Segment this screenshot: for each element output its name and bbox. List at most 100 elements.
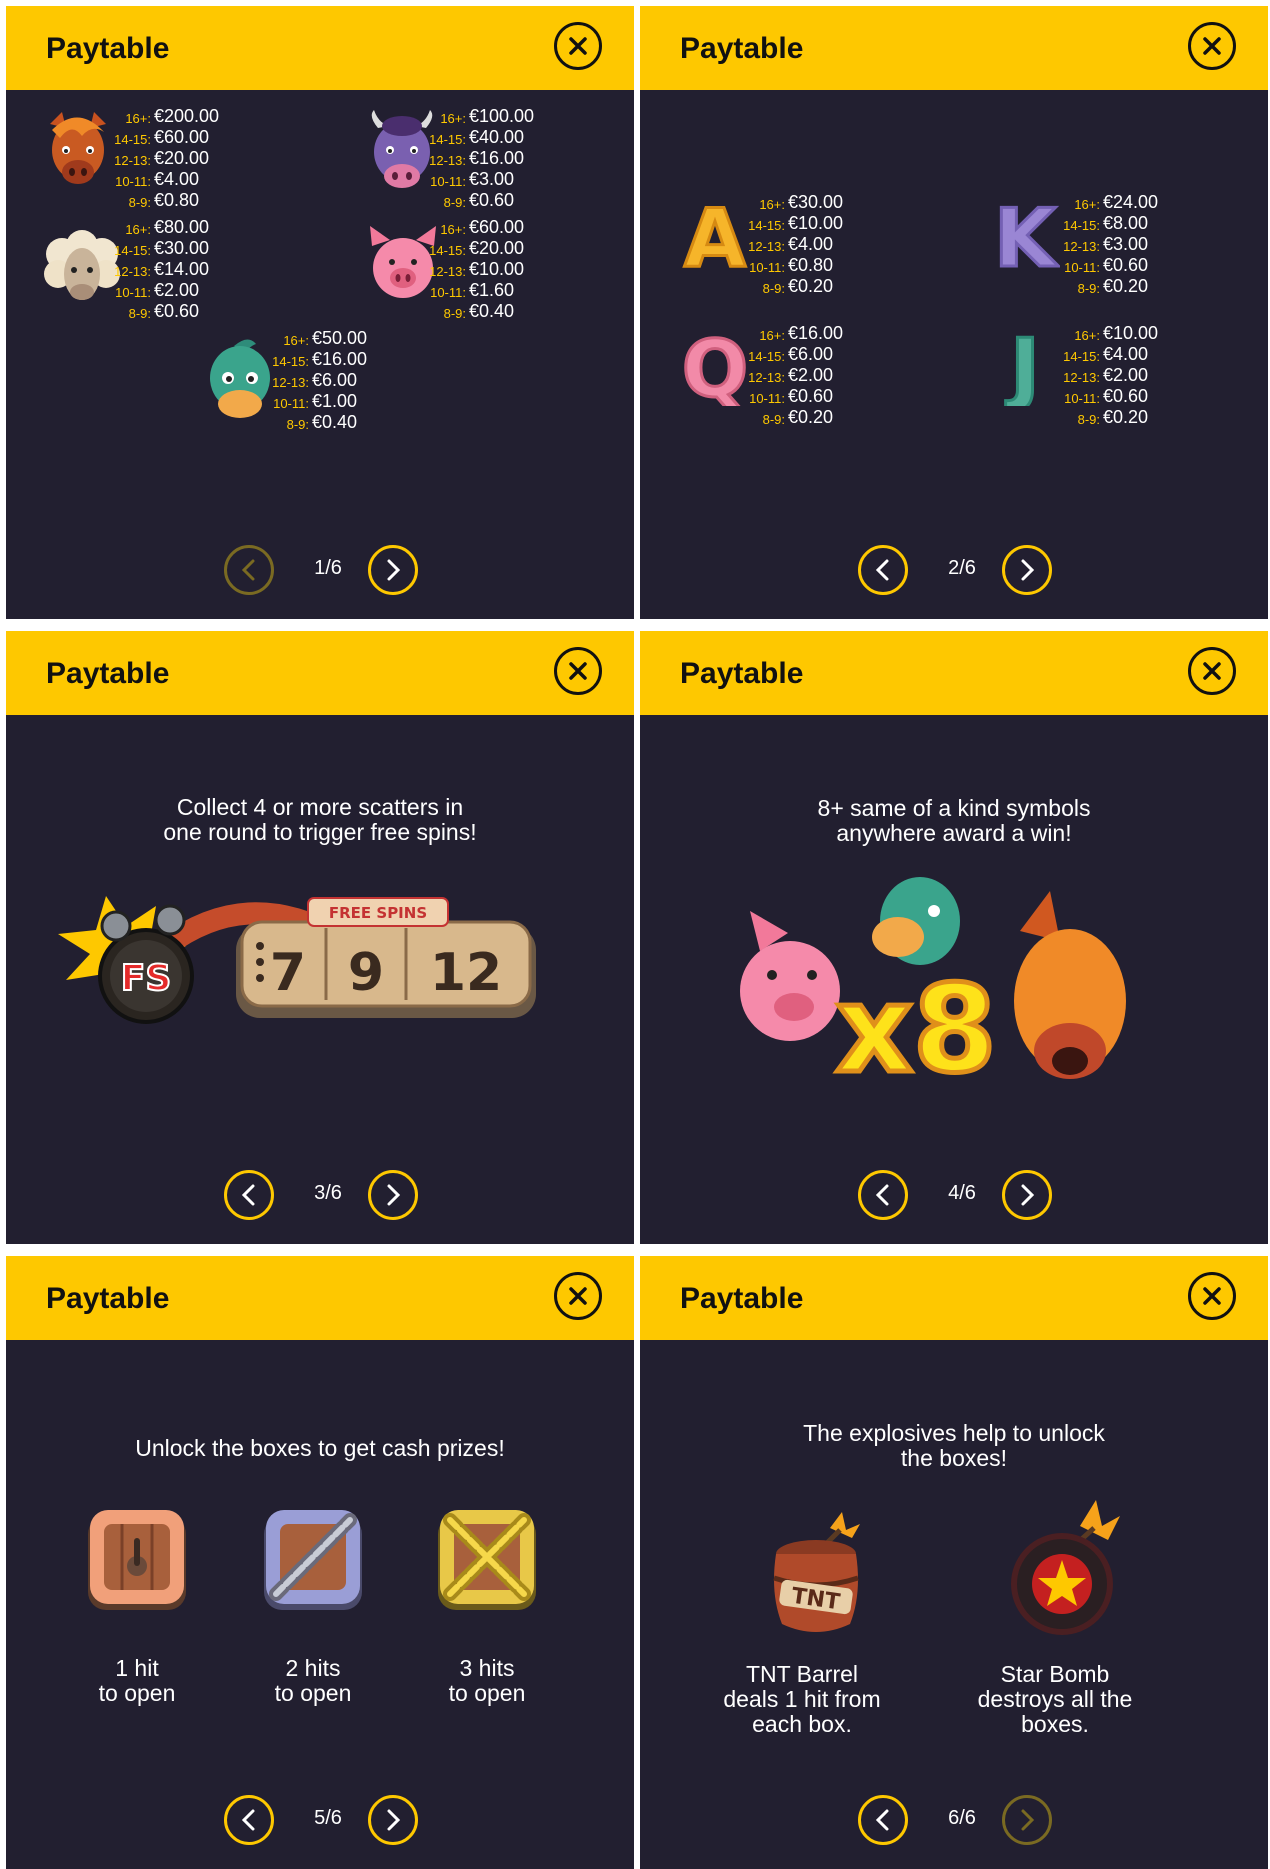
- paylist-buffalo: 16+: €100.00 14-15: €40.00 12-13: €16.00 10…: [429, 106, 535, 210]
- panel-title: Paytable: [46, 657, 170, 690]
- prev-page-button[interactable]: [858, 545, 908, 595]
- panel-header: Paytable: [640, 1256, 1268, 1340]
- paytable-panel-5: Paytable Unlock the boxes to get cash pr…: [6, 1256, 634, 1869]
- next-page-button[interactable]: [1002, 1170, 1052, 1220]
- chevron-right-icon: [1021, 1809, 1035, 1831]
- next-page-button[interactable]: [1002, 545, 1052, 595]
- description-text: The explosives help to unlock the boxes!: [803, 1420, 1105, 1471]
- svg-text:A: A: [684, 196, 746, 276]
- free-spins-badge: FREE SPINS: [329, 904, 427, 922]
- chevron-left-icon: [875, 559, 889, 581]
- box-caption-3: 3 hits to open: [448, 1655, 526, 1706]
- close-button[interactable]: [554, 1272, 602, 1320]
- paylist-q: 16+: €16.00 14-15: €6.00 12-13: €2.00 10-11…: [748, 323, 844, 427]
- paylist-pig: 16+: €60.00 14-15: €20.00 12-13: €10.00 10-…: [429, 217, 525, 321]
- panel-header: Paytable: [640, 631, 1268, 715]
- pagination: 6/6: [640, 1795, 1268, 1849]
- chevron-right-icon: [387, 1184, 401, 1206]
- pagination: 3/6: [6, 1170, 634, 1224]
- star-bomb-caption: Star Bomb destroys all the boxes.: [977, 1661, 1133, 1737]
- chevron-left-icon: [241, 1809, 255, 1831]
- star-bomb-icon: [1011, 1500, 1120, 1635]
- panel-header: Paytable: [640, 6, 1268, 90]
- paytable-panel-3: Paytable Collect 4 or more scatters in o…: [6, 631, 634, 1244]
- description-text: Unlock the boxes to get cash prizes!: [135, 1435, 505, 1461]
- panel-header: Paytable: [6, 6, 634, 90]
- prev-page-button[interactable]: [224, 1170, 274, 1220]
- panel-header: Paytable: [6, 1256, 634, 1340]
- close-button[interactable]: [554, 22, 602, 70]
- paylist-j: 16+: €10.00 14-15: €4.00 12-13: €2.00 10-11…: [1063, 323, 1159, 427]
- paytable-panel-2: Paytable A 16+: €30.00 14-15: €10.00 12-13…: [640, 6, 1268, 619]
- chained-box-icon: [264, 1510, 362, 1610]
- close-icon: [1203, 1287, 1221, 1305]
- paylist-a: 16+: €30.00 14-15: €10.00 12-13: €4.00 10-1…: [748, 192, 844, 296]
- close-button[interactable]: [1188, 647, 1236, 695]
- spin-option-1: 7: [270, 943, 306, 1003]
- paylist-duck: 16+: €50.00 14-15: €16.00 12-13: €6.00 10-1…: [272, 328, 368, 432]
- chevron-right-icon: [387, 1809, 401, 1831]
- chevron-right-icon: [1021, 559, 1035, 581]
- pagination: 4/6: [640, 1170, 1268, 1224]
- svg-text:J: J: [1005, 326, 1040, 406]
- close-button[interactable]: [1188, 1272, 1236, 1320]
- chevron-right-icon: [1021, 1184, 1035, 1206]
- paytable-panel-4: Paytable 8+ same of a kind symbols anywh…: [640, 631, 1268, 1244]
- chevron-right-icon: [387, 559, 401, 581]
- chevron-left-icon: [875, 1184, 889, 1206]
- close-button[interactable]: [1188, 22, 1236, 70]
- box-caption-1: 1 hit to open: [98, 1655, 176, 1706]
- multiplier-label: x8: [836, 961, 997, 1100]
- close-icon: [569, 37, 587, 55]
- next-page-button[interactable]: [368, 1795, 418, 1845]
- description-text: Collect 4 or more scatters in one round …: [163, 794, 477, 845]
- close-icon: [1203, 662, 1221, 680]
- page-indicator: 4/6: [948, 1182, 976, 1204]
- fs-label: FS: [121, 958, 172, 999]
- tnt-barrel-caption: TNT Barrel deals 1 hit from each box.: [723, 1661, 881, 1737]
- svg-text:K: K: [994, 196, 1059, 276]
- letter-k-symbol-icon: K: [993, 196, 1061, 276]
- panel-title: Paytable: [46, 32, 170, 65]
- panel-title: Paytable: [680, 32, 804, 65]
- page-indicator: 2/6: [948, 557, 976, 579]
- chevron-left-icon: [241, 1184, 255, 1206]
- svg-text:Q: Q: [682, 326, 748, 406]
- wooden-box-icon: [88, 1510, 186, 1610]
- description-text: 8+ same of a kind symbols anywhere award…: [817, 795, 1091, 846]
- pagination: 1/6: [6, 545, 634, 599]
- close-button[interactable]: [554, 647, 602, 695]
- page-indicator: 6/6: [948, 1807, 976, 1829]
- paylist-sheep: 16+: €80.00 14-15: €30.00 12-13: €14.00 10-…: [114, 217, 210, 321]
- paytable-panel-6: Paytable The explosives help to unlock t…: [640, 1256, 1268, 1869]
- panel-title: Paytable: [680, 657, 804, 690]
- tnt-barrel-icon: TNT: [773, 1512, 860, 1632]
- free-spins-illustration: FS FREE SPINS 7 9 12: [58, 896, 536, 1024]
- close-icon: [569, 662, 587, 680]
- panel-title: Paytable: [46, 1282, 170, 1315]
- next-page-button[interactable]: [1002, 1795, 1052, 1845]
- close-icon: [569, 1287, 587, 1305]
- next-page-button[interactable]: [368, 545, 418, 595]
- prev-page-button[interactable]: [224, 1795, 274, 1845]
- multiplier-illustration: x8: [740, 877, 1126, 1103]
- prev-page-button[interactable]: [858, 1795, 908, 1845]
- gold-chained-box-icon: [438, 1510, 536, 1610]
- next-page-button[interactable]: [368, 1170, 418, 1220]
- pagination: 5/6: [6, 1795, 634, 1849]
- close-icon: [1203, 37, 1221, 55]
- box-caption-2: 2 hits to open: [274, 1655, 352, 1706]
- chevron-left-icon: [241, 559, 255, 581]
- page-indicator: 5/6: [314, 1807, 342, 1829]
- prev-page-button[interactable]: [858, 1170, 908, 1220]
- letter-j-symbol-icon: J: [1004, 326, 1042, 406]
- paylist-k: 16+: €24.00 14-15: €8.00 12-13: €3.00 10-11…: [1063, 192, 1159, 296]
- paytable-panel-1: Paytable 16+: €200.00 14-15: €60.00 12-13:…: [6, 6, 634, 619]
- pagination: 2/6: [640, 545, 1268, 599]
- chevron-left-icon: [875, 1809, 889, 1831]
- spin-option-3: 12: [430, 943, 502, 1003]
- panel-header: Paytable: [6, 631, 634, 715]
- page-indicator: 3/6: [314, 1182, 342, 1204]
- horse-symbol-icon: [50, 112, 106, 184]
- prev-page-button[interactable]: [224, 545, 274, 595]
